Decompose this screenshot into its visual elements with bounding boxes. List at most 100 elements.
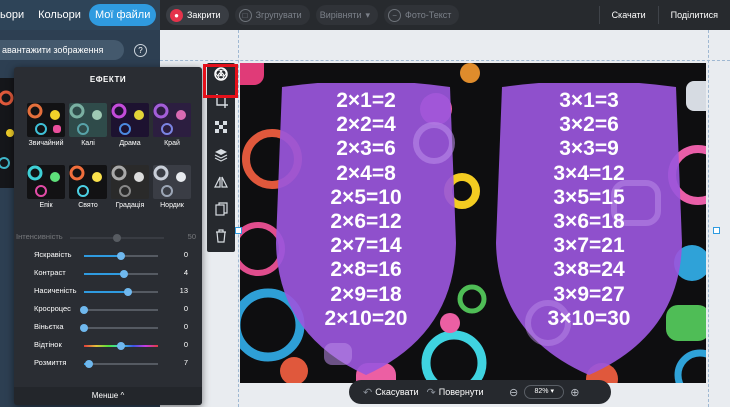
guide-line-left bbox=[238, 30, 239, 407]
top-bar: ьори Кольори Мої файли ● Закрити □ Згруп… bbox=[0, 0, 730, 30]
effects-panel: ЕФЕКТИ Звичайний Калі Драма Край Епік Св… bbox=[14, 67, 202, 405]
undo-icon: ↶ bbox=[363, 386, 373, 399]
filter-label: Епік bbox=[39, 202, 53, 209]
equation: 2×1=2 bbox=[336, 89, 396, 112]
filter-kali[interactable]: Калі bbox=[69, 103, 107, 147]
redo-icon: ↷ bbox=[426, 386, 436, 399]
slider-knob[interactable] bbox=[80, 306, 88, 314]
share-button[interactable]: Поділитися bbox=[657, 6, 730, 24]
multiplication-list: 2×1=2 2×2=4 2×3=6 2×4=8 2×5=10 2×6=12 2×… bbox=[276, 89, 456, 331]
equation: 2×3=6 bbox=[336, 137, 396, 161]
equation: 3×2=6 bbox=[559, 113, 619, 137]
highlight-box bbox=[203, 64, 238, 98]
undo-button[interactable]: ↶ Скасувати bbox=[363, 386, 419, 399]
close-button[interactable]: ● Закрити bbox=[166, 5, 229, 25]
slider-track[interactable] bbox=[80, 324, 158, 332]
filter-label: Свято bbox=[78, 202, 98, 209]
toolbar-right: Скачати Поділитися bbox=[598, 0, 730, 30]
photo-text-label: Фото-Текст bbox=[405, 10, 452, 20]
shield-table-2[interactable]: 2×1=2 2×2=4 2×3=6 2×4=8 2×5=10 2×6=12 2×… bbox=[276, 83, 456, 375]
slider-knob[interactable] bbox=[85, 360, 94, 368]
slider-track[interactable] bbox=[84, 360, 158, 368]
flip-icon[interactable] bbox=[211, 175, 231, 195]
intensity-value: 50 bbox=[187, 232, 196, 241]
resize-handle-right[interactable] bbox=[713, 227, 720, 234]
slider-knob[interactable] bbox=[119, 270, 128, 278]
filter-edge[interactable]: Край bbox=[153, 103, 191, 147]
group-label: Згрупувати bbox=[255, 10, 302, 20]
equation: 2×8=16 bbox=[330, 258, 402, 282]
slider-label: Кросроцес bbox=[34, 304, 71, 313]
lock-icon: ● bbox=[170, 8, 183, 22]
resize-handle-left[interactable] bbox=[235, 227, 242, 234]
shield-table-3[interactable]: 3×1=3 3×2=6 3×3=9 3×4=12 3×5=15 3×6=18 3… bbox=[496, 83, 682, 375]
equation: 2×9=18 bbox=[330, 282, 402, 306]
slider-value: 13 bbox=[179, 286, 188, 295]
slider-value: 0 bbox=[183, 304, 188, 313]
filter-normal[interactable]: Звичайний bbox=[27, 103, 65, 147]
filter-drama[interactable]: Драма bbox=[111, 103, 149, 147]
slider-track[interactable] bbox=[84, 342, 158, 350]
download-button[interactable]: Скачати bbox=[598, 6, 658, 24]
filter-holiday[interactable]: Свято bbox=[69, 165, 107, 209]
panel-tabs: ьори Кольори Мої файли bbox=[0, 0, 160, 30]
help-icon[interactable]: ? bbox=[134, 44, 147, 57]
align-button[interactable]: Вирівняти ▾ bbox=[315, 5, 379, 25]
close-label: Закрити bbox=[187, 10, 221, 20]
intensity-label: Інтенсивність bbox=[16, 232, 63, 241]
zoom-in-icon[interactable]: ⊕ bbox=[570, 386, 579, 399]
filter-nordic[interactable]: Нордик bbox=[153, 165, 191, 209]
tab-backgrounds[interactable]: ьори bbox=[0, 4, 30, 26]
copy-icon[interactable] bbox=[211, 202, 231, 222]
slider-label: Розмиття bbox=[34, 358, 67, 367]
group-button[interactable]: □ Згрупувати bbox=[234, 5, 310, 25]
background-thumbnail[interactable] bbox=[0, 78, 14, 188]
slider-label: Відтінок bbox=[34, 340, 62, 349]
slider-row: Відтінок 0 bbox=[14, 339, 202, 353]
slider-knob[interactable] bbox=[117, 252, 125, 260]
redo-button[interactable]: ↷ Повернути bbox=[427, 386, 484, 399]
equation: 3×4=12 bbox=[553, 161, 625, 185]
slider-value: 0 bbox=[183, 250, 188, 259]
filter-preview bbox=[153, 103, 191, 137]
equation: 2×2=4 bbox=[336, 113, 396, 137]
photo-text-button[interactable]: − Фото-Текст bbox=[384, 5, 460, 25]
slider-track[interactable] bbox=[84, 288, 158, 296]
filter-label: Драма bbox=[119, 140, 141, 147]
transparency-icon[interactable] bbox=[211, 121, 231, 141]
slider-label: Насиченість bbox=[34, 286, 77, 295]
equation: 3×7=21 bbox=[553, 234, 625, 258]
slider-row: Розмиття 7 bbox=[14, 357, 202, 371]
zoom-out-icon[interactable]: ⊖ bbox=[509, 386, 518, 399]
slider-knob[interactable] bbox=[117, 342, 125, 350]
filter-preview bbox=[153, 165, 191, 199]
show-less-button[interactable]: Менше ^ bbox=[14, 387, 202, 405]
zoom-select[interactable]: 82% ▾ bbox=[524, 385, 565, 399]
align-label: Вирівняти bbox=[319, 10, 362, 20]
design-canvas[interactable]: 2×1=2 2×2=4 2×3=6 2×4=8 2×5=10 2×6=12 2×… bbox=[240, 63, 706, 383]
slider-knob[interactable] bbox=[80, 324, 88, 332]
slider-track[interactable] bbox=[80, 306, 158, 314]
slider-track[interactable] bbox=[84, 252, 158, 260]
layers-icon[interactable] bbox=[211, 148, 231, 168]
filter-gradation[interactable]: Градація bbox=[111, 165, 149, 209]
tab-my-files[interactable]: Мої файли bbox=[88, 4, 157, 26]
equation: 2×10=20 bbox=[324, 306, 408, 330]
toolbar: ● Закрити □ Згрупувати Вирівняти ▾ − Фот… bbox=[160, 0, 730, 30]
redo-label: Повернути bbox=[438, 387, 484, 397]
slider-value: 0 bbox=[183, 340, 188, 349]
slider-row: Віньєтка 0 bbox=[14, 321, 202, 335]
intensity-row: Інтенсивність 50 bbox=[14, 231, 202, 245]
equation: 3×1=3 bbox=[559, 89, 619, 112]
filter-preview bbox=[69, 165, 107, 199]
tab-colors[interactable]: Кольори bbox=[32, 4, 87, 26]
chevron-down-icon: ▾ bbox=[550, 388, 554, 395]
slider-value: 7 bbox=[183, 358, 188, 367]
upload-image-button[interactable]: авантажити зображення bbox=[0, 40, 124, 60]
trash-icon[interactable] bbox=[211, 229, 231, 249]
slider-track[interactable] bbox=[84, 270, 158, 278]
filter-epic[interactable]: Епік bbox=[27, 165, 65, 209]
slider-label: Яскравість bbox=[34, 250, 72, 259]
zoom-value: 82% bbox=[534, 388, 549, 395]
slider-knob[interactable] bbox=[124, 288, 133, 296]
